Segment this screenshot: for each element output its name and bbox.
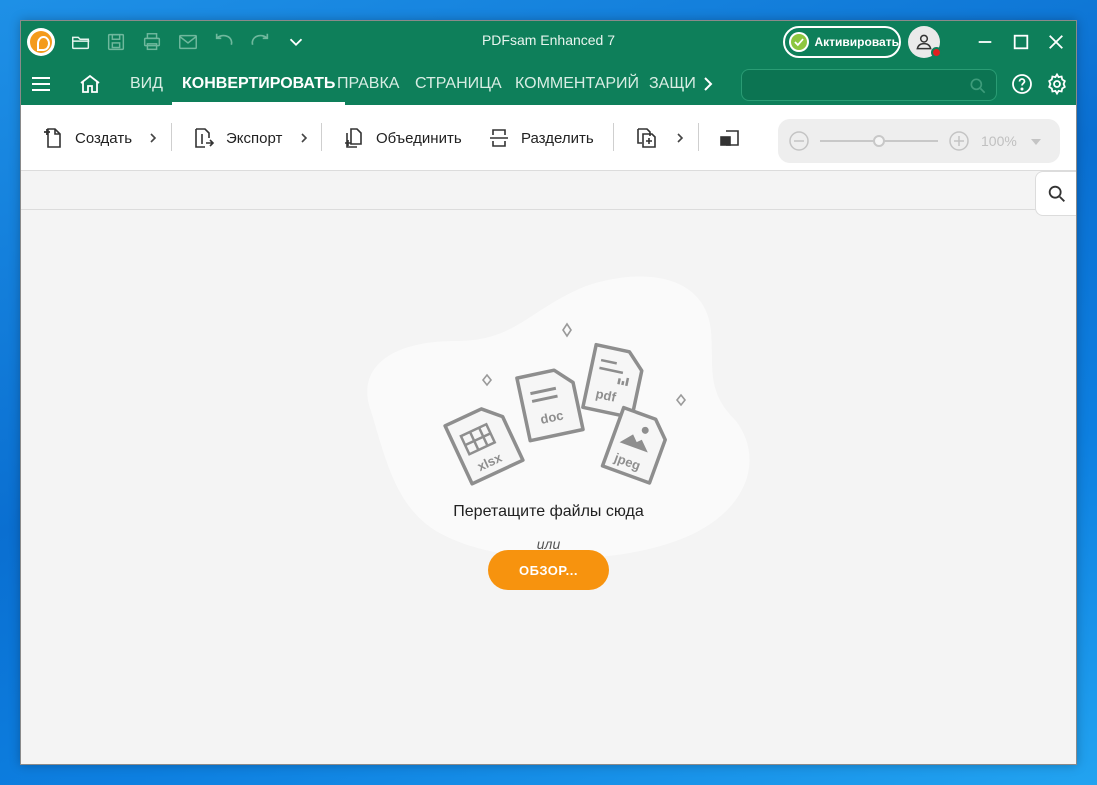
zoom-out-icon[interactable] — [788, 130, 810, 152]
menu-tab-comment[interactable]: КОММЕНТАРИЙ — [515, 63, 639, 105]
undo-icon[interactable] — [212, 30, 236, 54]
export-chevron-icon[interactable] — [297, 128, 311, 148]
app-window: PDFsam Enhanced 7 Активировать ВИД КОНВЕ… — [20, 20, 1077, 765]
search-icon[interactable] — [968, 76, 988, 96]
export-label: Экспорт — [226, 129, 283, 147]
toolbar-divider — [321, 123, 322, 151]
mail-icon[interactable] — [176, 30, 200, 54]
user-avatar[interactable] — [908, 26, 942, 58]
chevron-right-icon[interactable] — [696, 72, 720, 96]
title-bar: PDFsam Enhanced 7 Активировать — [21, 21, 1076, 63]
toolbar-divider — [171, 123, 172, 151]
print-icon[interactable] — [140, 30, 164, 54]
check-circle-icon — [789, 32, 809, 52]
insert-pages-button[interactable] — [634, 125, 658, 151]
merge-label: Объединить — [376, 129, 462, 147]
side-panel-search-button[interactable] — [1035, 171, 1076, 216]
export-icon — [195, 128, 215, 148]
settings-gear-icon[interactable] — [1045, 72, 1069, 96]
open-folder-icon[interactable] — [69, 30, 93, 54]
search-icon — [1048, 185, 1065, 202]
home-icon[interactable] — [78, 72, 102, 96]
toolbar-divider — [613, 123, 614, 151]
save-icon[interactable] — [104, 30, 128, 54]
create-label: Создать — [75, 129, 133, 147]
maximize-button[interactable] — [1008, 29, 1034, 55]
screenshot-button[interactable] — [718, 125, 742, 151]
new-document-icon — [44, 128, 61, 148]
zoom-dropdown-icon[interactable] — [1029, 137, 1043, 147]
toolbar-divider — [698, 123, 699, 151]
add-pages-icon — [637, 128, 656, 148]
create-chevron-icon[interactable] — [146, 128, 160, 148]
document-tabs-strip — [21, 171, 1076, 210]
menu-tab-view[interactable]: ВИД — [130, 63, 163, 105]
ribbon-menu-bar: ВИД КОНВЕРТИРОВАТЬ ПРАВКА СТРАНИЦА КОММЕ… — [21, 63, 1076, 105]
merge-icon — [345, 128, 362, 148]
zoom-control: 100% — [778, 119, 1060, 163]
menu-tab-convert[interactable]: КОНВЕРТИРОВАТЬ — [171, 63, 346, 105]
split-icon — [490, 129, 508, 147]
zoom-in-icon[interactable] — [948, 130, 970, 152]
help-icon[interactable] — [1010, 72, 1034, 96]
maximize-icon — [1013, 34, 1029, 50]
merge-button[interactable]: Объединить — [342, 125, 462, 151]
chevron-down-icon[interactable] — [284, 30, 308, 54]
zoom-slider-handle[interactable] — [873, 135, 885, 147]
screen-capture-icon — [720, 130, 739, 146]
split-button[interactable]: Разделить — [487, 125, 594, 151]
menu-tab-edit[interactable]: ПРАВКА — [337, 63, 399, 105]
split-label: Разделить — [521, 129, 594, 147]
convert-toolbar: Создать Экспорт Объединить Разделить 100… — [21, 105, 1076, 171]
minimize-button[interactable] — [972, 29, 998, 55]
minimize-icon — [978, 41, 992, 43]
insert-pages-chevron-icon[interactable] — [673, 128, 687, 148]
close-icon — [1049, 35, 1063, 49]
create-button[interactable]: Создать — [41, 125, 132, 151]
menu-tab-protect[interactable]: ЗАЩИ — [649, 63, 696, 105]
activate-label: Активировать — [814, 35, 900, 49]
notification-dot — [931, 47, 942, 58]
activate-button[interactable]: Активировать — [783, 26, 901, 58]
drop-prompt: Перетащите файлы сюда — [453, 503, 644, 520]
redo-icon[interactable] — [248, 30, 272, 54]
file-drop-zone[interactable]: xlsx doc pdf jpeg Перетащите файлы сюда … — [21, 211, 1076, 764]
export-button[interactable]: Экспорт — [192, 125, 282, 151]
search-field[interactable] — [741, 69, 997, 101]
app-logo-icon[interactable] — [27, 28, 55, 56]
close-button[interactable] — [1043, 29, 1069, 55]
search-input[interactable] — [742, 70, 996, 100]
menu-tab-page[interactable]: СТРАНИЦА — [415, 63, 502, 105]
hamburger-menu-icon[interactable] — [29, 72, 53, 96]
zoom-level-value[interactable]: 100% — [981, 133, 1017, 149]
browse-button[interactable]: ОБЗОР... — [488, 550, 609, 590]
